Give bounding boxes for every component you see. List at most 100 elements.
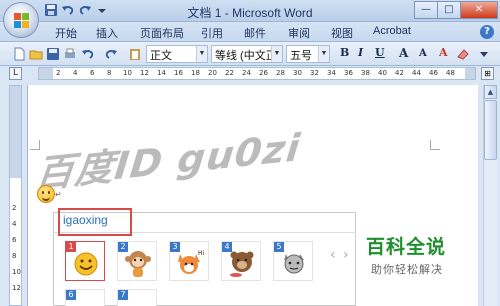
title-bar: 文档 1 - Microsoft Word — □ ✕ [0, 0, 500, 22]
minimize-button[interactable]: — [414, 1, 438, 19]
view-ruler-icon[interactable]: ⊞ [481, 67, 494, 80]
underline-button[interactable]: U [375, 46, 385, 59]
tab-review[interactable]: 审阅 [288, 25, 310, 41]
bear-sticker-icon [230, 251, 254, 277]
clear-format-button[interactable]: A [439, 46, 448, 59]
save-toolbar-icon[interactable] [46, 47, 60, 61]
eraser-icon[interactable] [456, 47, 470, 61]
qat-customize-icon[interactable] [95, 3, 109, 17]
tab-acrobat[interactable]: Acrobat [373, 25, 411, 37]
save-icon[interactable] [44, 3, 58, 17]
ime-smiley-icon[interactable] [37, 185, 55, 203]
undo-icon[interactable] [61, 3, 75, 17]
clipboard-icon[interactable] [128, 47, 142, 61]
open-folder-icon[interactable] [29, 47, 43, 61]
cat-sticker-icon [284, 254, 304, 274]
formatting-toolbar: 正文 ▼ 等线 (中文正3 ▼ 五号 ▼ B I U A A A [0, 42, 500, 66]
ruler-number: 40 [378, 69, 387, 77]
ruler-number: 44 [412, 69, 421, 77]
tab-view[interactable]: 视图 [331, 25, 353, 41]
shrink-font-button[interactable]: A [419, 48, 427, 59]
candidate-1[interactable]: 1 [65, 241, 105, 281]
redo-icon[interactable] [78, 3, 92, 17]
tab-home[interactable]: 开始 [55, 25, 77, 41]
quick-access-toolbar [44, 3, 109, 17]
ruler-number: 14 [157, 69, 166, 77]
office-button[interactable] [3, 2, 39, 38]
font-select[interactable]: 等线 (中文正3 ▼ [211, 45, 283, 63]
undo-toolbar-icon[interactable] [81, 47, 95, 61]
bold-button[interactable]: B [340, 46, 349, 59]
grow-font-button[interactable]: A [399, 46, 408, 60]
smiley-face-icon [74, 252, 98, 276]
candidate-6[interactable]: 6 [65, 289, 105, 306]
vruler-number: 8 [12, 252, 17, 260]
margin-corner-mark [430, 140, 440, 150]
chevron-down-icon[interactable]: ▼ [318, 46, 329, 62]
ruler-number: 10 [123, 69, 132, 77]
vertical-ruler-top-margin [10, 86, 21, 178]
candidate-5[interactable]: 5 [273, 241, 313, 281]
ruler-number: 28 [276, 69, 285, 77]
ruler-number: 30 [293, 69, 302, 77]
vruler-number: 12 [12, 284, 21, 292]
brand-logo-text: 百科全说 [366, 236, 447, 258]
scrollbar-thumb[interactable] [484, 100, 497, 160]
vertical-ruler[interactable]: 2 4 6 8 10 12 [9, 85, 22, 306]
close-button[interactable]: ✕ [460, 1, 498, 19]
ruler-number: 34 [327, 69, 336, 77]
ruler-number: 46 [429, 69, 438, 77]
ruler-number: 32 [310, 69, 319, 77]
new-document-icon[interactable] [12, 47, 26, 61]
vruler-number: 6 [12, 236, 17, 244]
ruler-right-margin [465, 68, 475, 79]
ruler-number: 8 [107, 69, 112, 77]
candidate-7[interactable]: 7 [117, 289, 157, 306]
style-select-value: 正文 [150, 50, 172, 62]
ribbon-tabs: 开始 插入 页面布局 引用 邮件 审阅 视图 Acrobat ? [0, 22, 500, 42]
ruler-number: 20 [208, 69, 217, 77]
fox-hi-sticker-icon: Hi [178, 250, 205, 274]
maximize-button[interactable]: □ [437, 1, 461, 19]
office-logo-icon [14, 13, 29, 28]
more-options-icon[interactable] [477, 47, 491, 61]
ruler-number: 26 [259, 69, 268, 77]
scroll-up-icon[interactable]: ▲ [484, 85, 497, 99]
help-icon[interactable]: ? [480, 25, 494, 39]
chevron-down-icon[interactable]: ▼ [271, 46, 282, 62]
candidate-4[interactable]: 4 [221, 241, 261, 281]
ruler-number: 22 [225, 69, 234, 77]
return-arrow-icon: ↵ [55, 190, 62, 199]
vruler-number: 2 [12, 204, 17, 212]
ruler-row: L 2 4 6 8 10 12 14 16 18 20 22 24 26 28 … [0, 66, 500, 82]
candidate-number: 7 [118, 290, 128, 300]
candidate-3[interactable]: 3 Hi [169, 241, 209, 281]
svg-text:Hi: Hi [198, 250, 205, 257]
vertical-scrollbar[interactable]: ▲ [483, 85, 497, 306]
tab-page-layout[interactable]: 页面布局 [140, 25, 184, 41]
chevron-down-icon[interactable]: ▼ [196, 46, 207, 62]
window-controls: — □ ✕ [414, 1, 498, 19]
ruler-number: 12 [140, 69, 149, 77]
italic-button[interactable]: I [358, 46, 363, 59]
tab-mailings[interactable]: 邮件 [244, 25, 266, 41]
ruler-number: 6 [90, 69, 95, 77]
candidate-number: 6 [66, 290, 76, 300]
candidate-2[interactable]: 2 [117, 241, 157, 281]
style-select[interactable]: 正文 ▼ [146, 45, 208, 63]
vruler-number: 10 [12, 268, 21, 276]
ruler-number: 36 [344, 69, 353, 77]
redo-toolbar-icon[interactable] [104, 47, 118, 61]
ime-next-page-icon[interactable]: › [343, 247, 349, 263]
print-icon[interactable] [63, 47, 77, 61]
tab-stop-selector[interactable]: L [9, 67, 22, 80]
tab-insert[interactable]: 插入 [96, 25, 118, 41]
ruler-number: 4 [73, 69, 78, 77]
horizontal-ruler[interactable]: 2 4 6 8 10 12 14 16 18 20 22 24 26 28 30… [38, 67, 476, 80]
ruler-number: 18 [191, 69, 200, 77]
ime-prev-page-icon[interactable]: ‹ [330, 247, 336, 263]
ruler-number: 48 [446, 69, 455, 77]
font-size-select[interactable]: 五号 ▼ [286, 45, 330, 63]
tab-references[interactable]: 引用 [201, 25, 223, 41]
monkey-sticker-icon [125, 251, 151, 277]
